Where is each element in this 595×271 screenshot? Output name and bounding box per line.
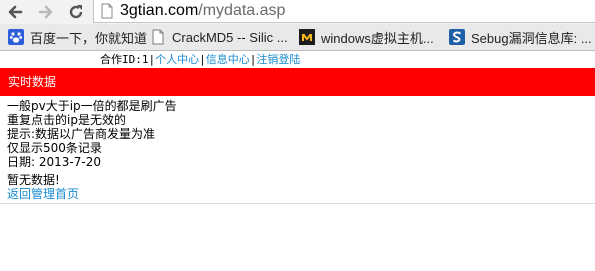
personal-center-link[interactable]: 个人中心 <box>155 53 199 66</box>
bookmark-label: Sebug漏洞信息库: ... <box>471 30 592 46</box>
arrow-left-icon <box>8 5 23 19</box>
page-icon <box>152 29 164 45</box>
section-title-bar: 实时数据 <box>0 68 595 96</box>
browser-toolbar: 3gtian.com/mydata.asp <box>0 0 595 24</box>
url-text: 3gtian.com/mydata.asp <box>120 1 285 21</box>
divider <box>0 203 595 204</box>
s-logo-icon <box>449 29 465 45</box>
url-path: /mydata.asp <box>198 2 286 19</box>
bookmarks-bar: 百度一下，你就知道 CrackMD5 -- Silic ... windows虚… <box>0 24 595 51</box>
info-center-link[interactable]: 信息中心 <box>206 53 250 66</box>
page-icon <box>101 3 113 19</box>
back-to-admin-link[interactable]: 返回管理首页 <box>7 187 177 201</box>
baidu-paw-icon <box>8 29 24 45</box>
note-line: 提示:数据以广告商发量为准 <box>7 127 156 141</box>
bookmark-sebug[interactable]: Sebug漏洞信息库: ... <box>449 24 592 50</box>
notes-panel: 一般pv大于ip一倍的都是刷广告 重复点击的ip是无效的 提示:数据以广告商发量… <box>7 99 177 201</box>
logout-link[interactable]: 注销登陆 <box>256 53 300 66</box>
reload-button[interactable] <box>64 0 88 24</box>
top-nav: 合作ID:1|个人中心|信息中心|注销登陆 <box>100 53 301 66</box>
bookmark-baidu[interactable]: 百度一下，你就知道 <box>8 24 147 50</box>
bookmark-crackmd5[interactable]: CrackMD5 -- Silic ... <box>150 24 288 50</box>
empty-message: 暂无数据! <box>7 173 60 187</box>
section-title: 实时数据 <box>8 75 57 89</box>
forward-button[interactable] <box>34 0 58 24</box>
bookmark-label: CrackMD5 -- Silic ... <box>172 29 288 45</box>
reload-icon <box>69 5 83 19</box>
date-line: 日期: 2013-7-20 <box>7 155 101 169</box>
back-button[interactable] <box>3 0 27 24</box>
arrow-right-icon <box>38 5 53 19</box>
partner-id-value: 1 <box>141 53 149 66</box>
m-logo-icon <box>299 29 315 45</box>
url-host: 3gtian.com <box>120 2 199 19</box>
bookmark-windows-hosting[interactable]: windows虚拟主机... <box>299 24 434 50</box>
note-line: 一般pv大于ip一倍的都是刷广告 <box>7 99 177 113</box>
bookmark-label: windows虚拟主机... <box>321 30 434 46</box>
bookmark-label: 百度一下，你就知道 <box>30 30 148 46</box>
note-line: 仅显示500条记录 <box>7 141 102 155</box>
note-line: 重复点击的ip是无效的 <box>7 113 126 127</box>
partner-id-label: 合作ID: <box>100 53 142 66</box>
address-bar[interactable]: 3gtian.com/mydata.asp <box>93 0 595 23</box>
